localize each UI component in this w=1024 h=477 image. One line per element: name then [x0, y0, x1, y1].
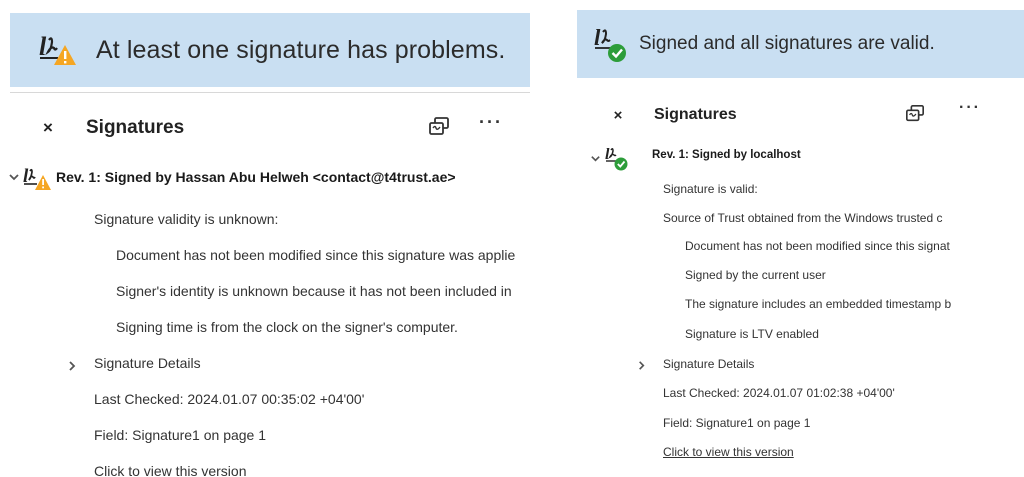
chevron-right-icon[interactable]: [66, 360, 78, 372]
last-checked-text: Last Checked: 2024.01.07 00:35:02 +04'00…: [94, 391, 365, 407]
revision-title[interactable]: Rev. 1: Signed by localhost: [652, 149, 1022, 161]
signature-status-banner: l At least one signature has problems.: [10, 13, 530, 87]
close-icon[interactable]: ×: [40, 118, 56, 138]
field-info-text: Field: Signature1 on page 1: [94, 427, 267, 443]
open-window-icon[interactable]: [905, 104, 925, 124]
signature-details-toggle[interactable]: Signature Details: [663, 357, 754, 371]
left-signature-panel: l At least one signature has problems. ×…: [0, 0, 532, 477]
signature-details-toggle[interactable]: Signature Details: [94, 355, 201, 371]
more-options-icon[interactable]: ···: [959, 99, 981, 117]
signature-status-text: Signature validity is unknown:: [94, 211, 279, 227]
detail-item: Signing time is from the clock on the si…: [116, 319, 458, 335]
signature-status-banner: l Signed and all signatures are valid.: [577, 10, 1024, 78]
view-version-link[interactable]: Click to view this version: [94, 463, 247, 477]
detail-item: Signature is LTV enabled: [685, 327, 819, 341]
revision-title[interactable]: Rev. 1: Signed by Hassan Abu Helweh <con…: [56, 169, 526, 185]
svg-text:l: l: [594, 25, 601, 50]
more-options-icon[interactable]: ···: [479, 112, 503, 133]
signatures-panel-header: × Signatures ···: [574, 99, 1024, 128]
signatures-panel-header: × Signatures ···: [0, 112, 532, 142]
chevron-down-icon[interactable]: [8, 171, 20, 183]
detail-item: Signer's identity is unknown because it …: [116, 283, 512, 299]
detail-item: Signed by the current user: [685, 268, 826, 282]
panel-title: Signatures: [654, 106, 737, 123]
banner-message: At least one signature has problems.: [96, 35, 506, 64]
detail-item: Document has not been modified since thi…: [685, 239, 950, 253]
field-info-text: Field: Signature1 on page 1: [663, 416, 811, 430]
signature-warning-icon: l: [22, 165, 52, 191]
trust-source-text: Source of Trust obtained from the Window…: [663, 211, 943, 225]
signature-valid-icon: l: [604, 145, 630, 171]
signature-valid-icon: l: [593, 25, 629, 63]
banner-message: Signed and all signatures are valid.: [639, 33, 935, 54]
chevron-down-icon[interactable]: [590, 153, 601, 164]
last-checked-text: Last Checked: 2024.01.07 01:02:38 +04'00…: [663, 386, 895, 400]
divider: [10, 92, 530, 93]
detail-item: Document has not been modified since thi…: [116, 247, 516, 263]
chevron-right-icon[interactable]: [636, 360, 647, 371]
signature-status-text: Signature is valid:: [663, 182, 758, 196]
signature-warning-icon: l: [38, 32, 78, 68]
view-version-link[interactable]: Click to view this version: [663, 445, 794, 459]
svg-text:l: l: [39, 32, 47, 61]
right-signature-panel: l Signed and all signatures are valid. ×…: [574, 0, 1024, 477]
panel-title: Signatures: [86, 117, 185, 138]
open-window-icon[interactable]: [428, 116, 450, 138]
detail-item: The signature includes an embedded times…: [685, 297, 952, 311]
close-icon[interactable]: ×: [611, 107, 625, 124]
